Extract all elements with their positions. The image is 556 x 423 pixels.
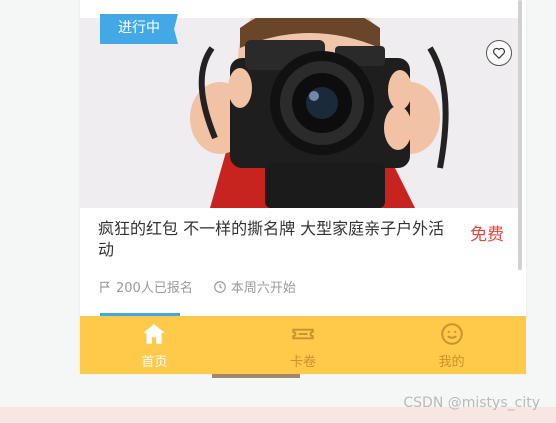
- activity-meta: 200人已报名 本周六开始: [98, 277, 296, 296]
- signup-count-text: 200人已报名: [116, 281, 193, 296]
- ticket-icon: [292, 328, 314, 339]
- tab-profile[interactable]: 我的: [377, 316, 526, 374]
- smile-icon: [440, 322, 463, 345]
- favorite-button[interactable]: [486, 40, 512, 66]
- mobile-app-frame: 进行中 疯狂的红包 不一样的撕名牌 大型家庭亲子户外活动 免费 200人已报名 …: [80, 0, 526, 374]
- scrollbar[interactable]: [518, 0, 522, 270]
- tab-coupons-label: 卡卷: [290, 354, 317, 370]
- home-icon: [143, 323, 166, 344]
- flag-icon: [100, 281, 110, 293]
- start-time-text: 本周六开始: [230, 281, 296, 296]
- tab-home-label: 首页: [141, 354, 168, 370]
- heart-icon: [493, 47, 505, 60]
- clock-icon: [213, 280, 226, 293]
- signup-count: 200人已报名: [98, 277, 193, 296]
- tab-home[interactable]: 首页: [80, 316, 229, 374]
- activity-title[interactable]: 疯狂的红包 不一样的撕名牌 大型家庭亲子户外活动: [98, 218, 458, 260]
- tab-profile-label: 我的: [438, 354, 465, 370]
- price-label: 免费: [470, 225, 504, 245]
- bottom-tab-bar: 首页 卡卷 我的: [80, 316, 526, 374]
- content-behind-tabbar: [212, 374, 300, 378]
- activity-cover-image[interactable]: [80, 18, 522, 208]
- tab-coupons[interactable]: 卡卷: [229, 316, 378, 374]
- start-time: 本周六开始: [213, 277, 296, 296]
- status-badge: 进行中: [100, 14, 178, 44]
- watermark: CSDN @mistys_city: [403, 395, 540, 411]
- child-with-camera-photo: [80, 18, 522, 208]
